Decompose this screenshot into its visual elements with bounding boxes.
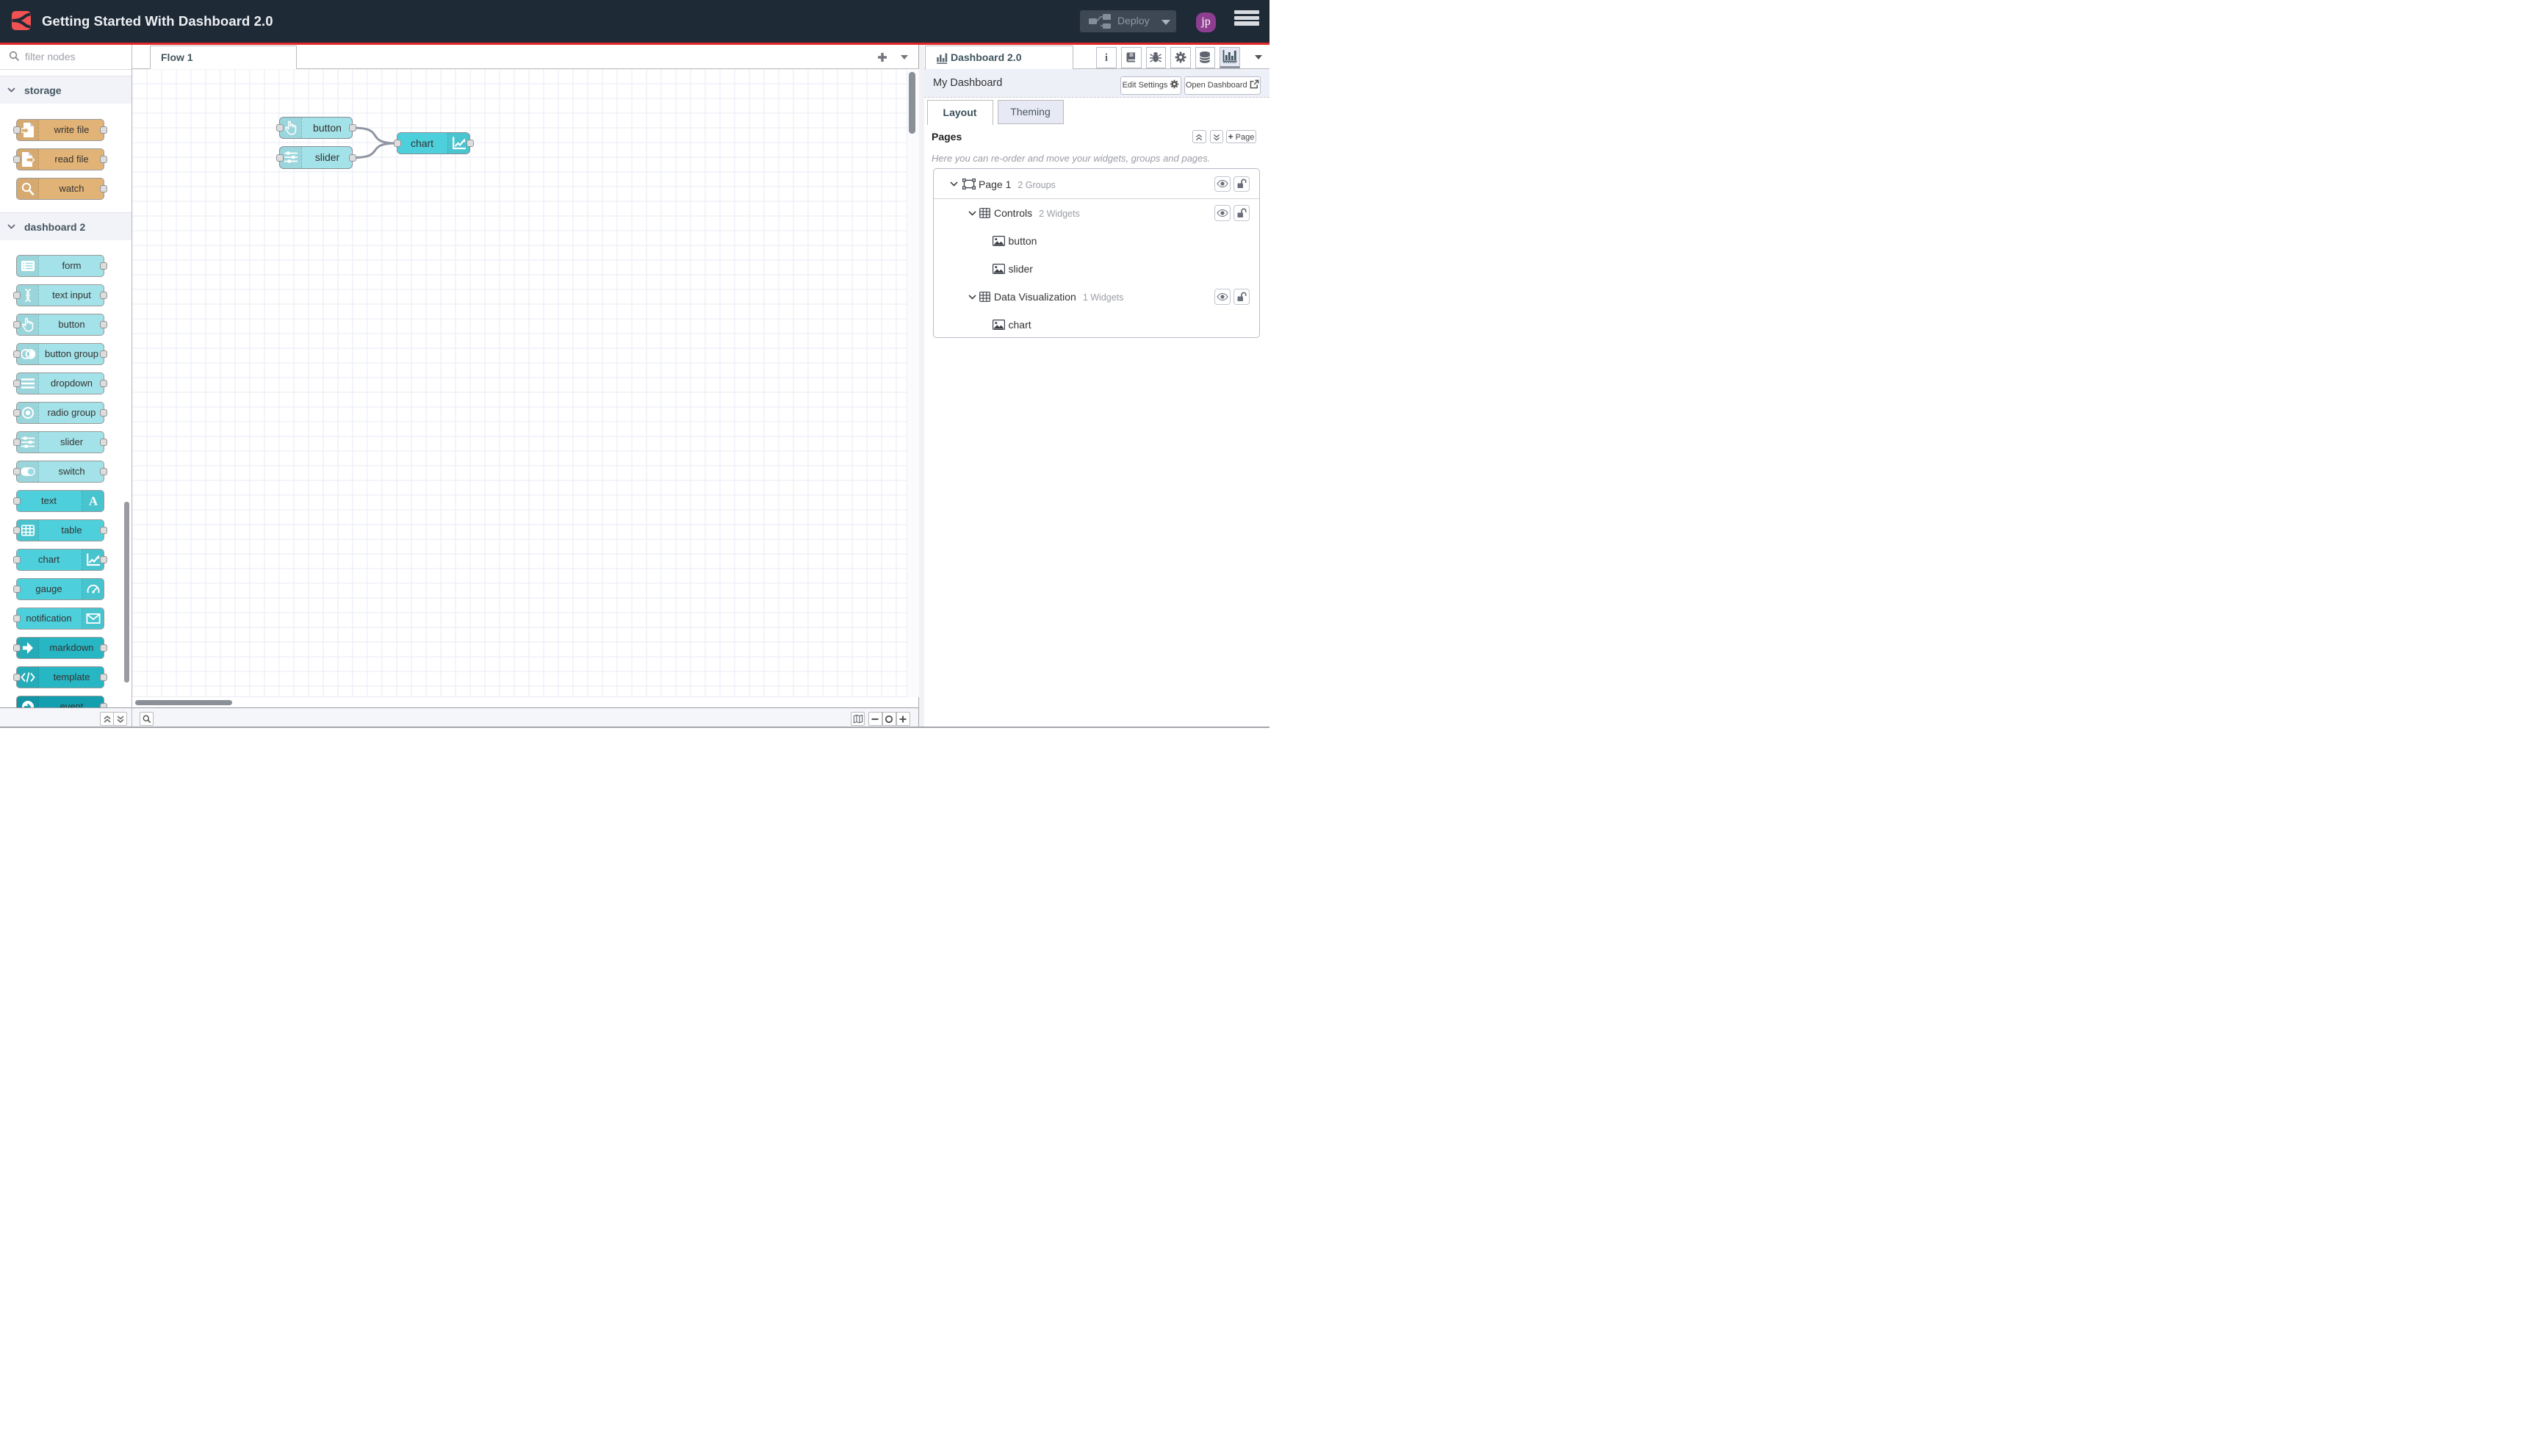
svg-text:i: i xyxy=(1105,52,1108,63)
svg-text:A: A xyxy=(88,495,98,506)
